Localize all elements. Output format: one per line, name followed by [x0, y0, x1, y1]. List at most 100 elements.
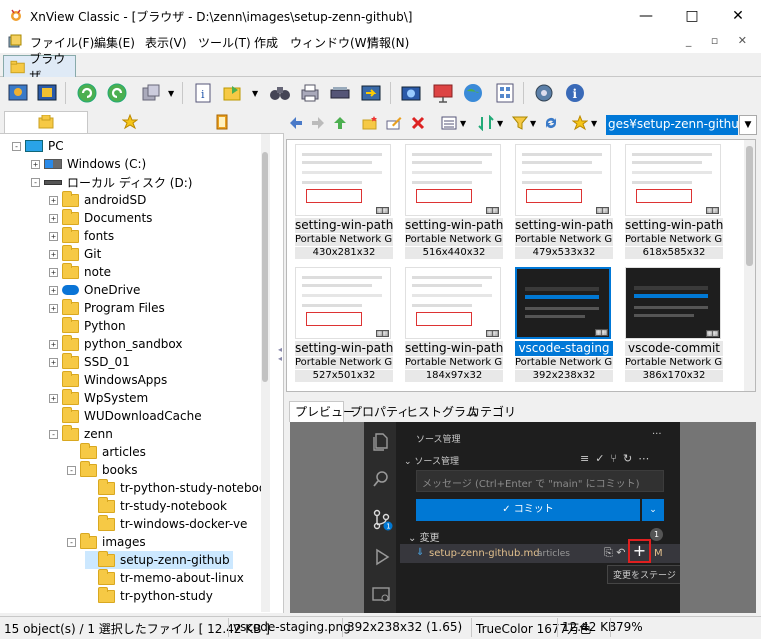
- tree-node[interactable]: setup-zenn-github: [85, 550, 233, 569]
- expand-icon[interactable]: +: [49, 339, 58, 349]
- tree-scrollbar-thumb[interactable]: [262, 152, 268, 382]
- view-mode-icon[interactable]: [441, 115, 457, 134]
- tree-node[interactable]: tr-python-study-notebook: [85, 478, 270, 497]
- thumbnail-item[interactable]: ▦▦ vscode-stagingPortable Network Gr...39…: [515, 267, 613, 382]
- tree-node[interactable]: tr-windows-docker-ve: [85, 514, 247, 533]
- tree-node[interactable]: + fonts: [49, 226, 114, 245]
- menu-edit[interactable]: 編集(E): [94, 34, 135, 51]
- binoculars-icon[interactable]: [267, 80, 293, 106]
- tab-browser[interactable]: ブラウザ: [3, 52, 76, 83]
- tree-node[interactable]: + Windows (C:): [31, 155, 146, 173]
- chevron-down-icon[interactable]: ▼: [168, 89, 174, 98]
- tree-node[interactable]: + note: [49, 262, 111, 281]
- collapse-icon[interactable]: -: [67, 537, 76, 547]
- expand-icon[interactable]: +: [49, 231, 58, 241]
- tree-node[interactable]: + python_sandbox: [49, 334, 183, 353]
- about-info-icon[interactable]: i: [562, 80, 588, 106]
- fullscreen-icon[interactable]: [34, 80, 60, 106]
- collapse-icon[interactable]: -: [12, 141, 21, 151]
- tree-node[interactable]: + Git: [49, 244, 101, 263]
- parent-folder-icon[interactable]: [332, 115, 348, 134]
- tree-node[interactable]: tr-memo-about-linux: [85, 568, 244, 587]
- menu-tools[interactable]: ツール(T): [198, 34, 251, 51]
- favorites-star-icon[interactable]: [118, 112, 142, 132]
- tree-node[interactable]: tr-study-notebook: [85, 496, 227, 515]
- splitter-handle[interactable]: ◂ ◂: [278, 345, 282, 363]
- thumbnail-item[interactable]: ▦▦ setting-win-path...Portable Network Gr…: [295, 267, 393, 382]
- tree-node[interactable]: WUDownloadCache: [49, 406, 202, 425]
- back-arrow-icon[interactable]: [288, 115, 304, 134]
- rename-icon[interactable]: [386, 115, 402, 134]
- menu-window[interactable]: ウィンドウ(W): [290, 34, 371, 51]
- menu-info[interactable]: 情報(N): [367, 34, 409, 51]
- tree-node[interactable]: tr-python-study: [85, 586, 213, 605]
- thumbnail-scrollbar-thumb[interactable]: [746, 146, 753, 266]
- tree-node[interactable]: - books: [67, 460, 138, 479]
- convert-icon[interactable]: [358, 80, 384, 106]
- expand-icon[interactable]: +: [49, 285, 58, 295]
- slideshow-icon[interactable]: [430, 80, 456, 106]
- thumbnail-item[interactable]: ▦▦ setting-win-path...Portable Network Gr…: [295, 144, 393, 259]
- minimize-button[interactable]: —: [623, 0, 669, 31]
- scanner-icon[interactable]: [327, 80, 353, 106]
- transform-icon[interactable]: [138, 80, 164, 106]
- expand-icon[interactable]: +: [49, 357, 58, 367]
- thumbnail-item[interactable]: ▦▦ setting-win-path...Portable Network Gr…: [405, 267, 503, 382]
- expand-icon[interactable]: +: [49, 267, 58, 277]
- tree-node[interactable]: + androidSD: [49, 190, 146, 209]
- tree-node[interactable]: + WpSystem: [49, 388, 148, 407]
- maximize-button[interactable]: □: [669, 0, 715, 31]
- open-with-icon[interactable]: [220, 80, 246, 106]
- mdi-controls[interactable]: _ ▫ ✕: [686, 34, 755, 47]
- chevron-down-icon[interactable]: ▼: [460, 119, 466, 128]
- browser-icon[interactable]: [5, 80, 31, 106]
- path-dropdown-button[interactable]: ▼: [739, 115, 757, 135]
- properties-icon[interactable]: i: [190, 80, 216, 106]
- thumbnail-item[interactable]: ▦▦ vscode-commitPortable Network Gr...386…: [625, 267, 723, 382]
- tree-node[interactable]: - ローカル ディスク (D:): [31, 173, 192, 191]
- expand-icon[interactable]: +: [49, 213, 58, 223]
- tree-node[interactable]: + OneDrive: [49, 281, 140, 299]
- menu-create[interactable]: 作成: [254, 34, 278, 51]
- rotate-right-icon[interactable]: [104, 80, 130, 106]
- folders-icon[interactable]: [34, 112, 58, 132]
- catalog-book-icon[interactable]: [210, 112, 234, 132]
- expand-icon[interactable]: +: [49, 195, 58, 205]
- print-icon[interactable]: [297, 80, 323, 106]
- delete-icon[interactable]: [410, 115, 426, 134]
- tree-node[interactable]: - zenn: [49, 424, 113, 443]
- refresh-icon[interactable]: [543, 115, 559, 134]
- expand-icon[interactable]: +: [49, 393, 58, 403]
- web-icon[interactable]: [460, 80, 486, 106]
- menu-file[interactable]: ファイル(F): [30, 34, 94, 51]
- sort-icon[interactable]: [478, 114, 494, 134]
- contact-sheet-icon[interactable]: [492, 80, 518, 106]
- tree-node[interactable]: - images: [67, 532, 146, 551]
- doc-menu-icon[interactable]: [8, 34, 22, 48]
- thumbnail-grid[interactable]: ▦▦setting-win-path...Portable Network Gr…: [286, 139, 756, 392]
- chevron-down-icon[interactable]: ▼: [497, 119, 503, 128]
- folder-tree[interactable]: - PC + Windows (C:) - ローカル ディスク (D:) + androidS…: [0, 134, 270, 612]
- chevron-down-icon[interactable]: ▼: [252, 89, 258, 98]
- tree-node[interactable]: - PC: [12, 137, 64, 155]
- tree-node[interactable]: WindowsApps: [49, 370, 167, 389]
- collapse-icon[interactable]: -: [67, 465, 76, 475]
- chevron-down-icon[interactable]: ▼: [591, 119, 597, 128]
- thumbnail-item[interactable]: ▦▦ setting-win-path...Portable Network Gr…: [625, 144, 723, 259]
- close-button[interactable]: ✕: [715, 0, 761, 31]
- menu-view[interactable]: 表示(V): [145, 34, 187, 51]
- tree-node[interactable]: Python: [49, 316, 126, 335]
- thumbnail-item[interactable]: ▦▦ setting-win-path...Portable Network Gr…: [405, 144, 503, 259]
- filter-icon[interactable]: [511, 115, 529, 134]
- collapse-icon[interactable]: -: [31, 177, 40, 187]
- chevron-down-icon[interactable]: ▼: [530, 119, 536, 128]
- collapse-icon[interactable]: -: [49, 429, 58, 439]
- path-input[interactable]: ges¥setup-zenn-github¥: [606, 115, 738, 135]
- favorite-star-icon[interactable]: [571, 114, 589, 134]
- tree-node[interactable]: + Documents: [49, 208, 152, 227]
- thumbnail-item[interactable]: ▦▦ setting-win-path...Portable Network Gr…: [515, 144, 613, 259]
- expand-icon[interactable]: +: [49, 249, 58, 259]
- tree-node[interactable]: + SSD_01: [49, 352, 130, 371]
- capture-icon[interactable]: [398, 80, 424, 106]
- rotate-left-icon[interactable]: [74, 80, 100, 106]
